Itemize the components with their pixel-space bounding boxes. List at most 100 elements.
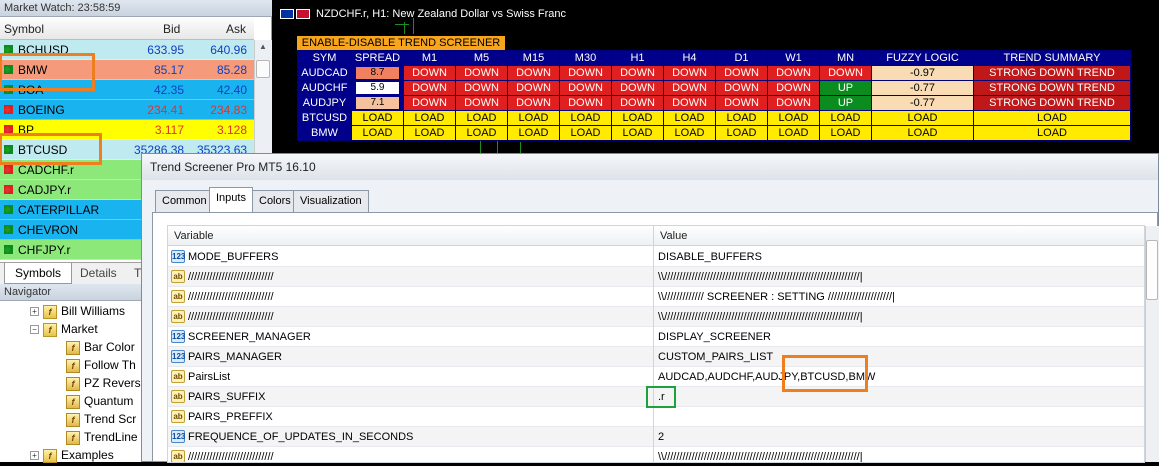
navigator-item[interactable]: f TrendLine bbox=[66, 430, 138, 448]
screener-trend-cell: LOAD bbox=[611, 125, 664, 141]
col-value[interactable]: Value bbox=[660, 230, 687, 242]
col-variable[interactable]: Variable bbox=[174, 230, 214, 242]
screener-trend-cell: DOWN bbox=[559, 95, 612, 111]
symbol-name: CHFJPY.r bbox=[18, 243, 71, 257]
screener-symbol[interactable]: AUDCAD bbox=[297, 65, 352, 81]
navigator-item[interactable]: f Bar Color bbox=[66, 340, 135, 358]
symbol-ask: 3.128 bbox=[216, 123, 247, 137]
navigator-item[interactable]: f PZ Revers bbox=[66, 376, 141, 394]
input-row[interactable]: ab PAIRS_PREFFIX bbox=[168, 407, 1144, 427]
screener-trend-cell: DOWN bbox=[559, 80, 612, 96]
input-variable: //////////////////////////// bbox=[188, 291, 274, 303]
screener-trend-cell: LOAD bbox=[715, 110, 768, 126]
market-watch-scroll-thumb[interactable] bbox=[256, 60, 270, 78]
input-row[interactable]: ab PairsList AUDCAD,AUDCHF,AUDJPY,BTCUSD,B… bbox=[168, 367, 1144, 387]
symbol-bid: 85.17 bbox=[153, 63, 184, 77]
input-variable: PairsList bbox=[188, 371, 231, 383]
screener-trend-cell: LOAD bbox=[663, 110, 716, 126]
screener-symbol[interactable]: BTCUSD bbox=[297, 110, 352, 126]
screener-trend-cell: DOWN bbox=[507, 80, 560, 96]
enable-disable-screener-button[interactable]: ENABLE-DISABLE TREND SCREENER bbox=[297, 36, 505, 50]
tab-inputs[interactable]: Inputs bbox=[209, 187, 253, 212]
screener-summary: LOAD bbox=[973, 110, 1131, 126]
screener-trend-cell: DOWN bbox=[767, 65, 820, 81]
screener-trend-cell: DOWN bbox=[611, 65, 664, 81]
arrow-up-icon: ◆ bbox=[4, 205, 13, 214]
screener-trend-cell: DOWN bbox=[455, 80, 508, 96]
indicator-folder-icon: f bbox=[43, 322, 57, 337]
screener-symbol[interactable]: AUDJPY bbox=[297, 95, 352, 111]
screener-trend-cell: DOWN bbox=[507, 95, 560, 111]
navigator-item[interactable]: f Trend Scr bbox=[66, 412, 136, 430]
symbol-bid: 234.41 bbox=[147, 103, 184, 117]
scroll-up-icon[interactable]: ▲ bbox=[256, 42, 270, 56]
screener-row: BMW LOAD LOAD LOAD LOAD LOAD LOAD LOAD LOAD LOAD L… bbox=[297, 125, 1131, 141]
screener-symbol[interactable]: AUDCHF bbox=[297, 80, 352, 96]
col-bid[interactable]: Bid bbox=[163, 22, 180, 36]
screener-fuzzy: -0.77 bbox=[871, 95, 974, 111]
dialog-title[interactable]: Trend Screener Pro MT5 16.10 bbox=[142, 154, 1158, 180]
navigator-item[interactable]: − f Market bbox=[30, 322, 98, 340]
input-value[interactable]: DISPLAY_SCREENER bbox=[658, 331, 771, 343]
input-row[interactable]: ab//////////////////////////// \\////////… bbox=[168, 307, 1144, 327]
screener-spread-cell: 7.1 bbox=[351, 95, 404, 111]
screener-summary: STRONG DOWN TREND bbox=[973, 65, 1131, 81]
screener-row: AUDCAD 8.7 DOWN DOWN DOWN DOWN DOWN DOWN DOWN DOW… bbox=[297, 65, 1131, 81]
input-row[interactable]: 123 PAIRS_MANAGER CUSTOM_PAIRS_LIST bbox=[168, 347, 1144, 367]
inputs-scroll-thumb[interactable] bbox=[1146, 240, 1158, 300]
symbol-row[interactable]: ◆ BOEING 234.41 234.83 bbox=[0, 100, 254, 120]
screener-trend-cell: UP bbox=[819, 95, 872, 111]
screener-trend-cell: LOAD bbox=[715, 125, 768, 141]
market-watch-title: Market Watch: 23:58:59 bbox=[0, 0, 272, 17]
screener-trend-cell: DOWN bbox=[455, 95, 508, 111]
tab-details[interactable]: Details bbox=[70, 263, 127, 284]
navigator-item[interactable]: + f Examples bbox=[30, 448, 114, 466]
screener-trend-cell: LOAD bbox=[559, 110, 612, 126]
input-value[interactable]: 2 bbox=[658, 431, 664, 443]
expand-icon[interactable]: − bbox=[30, 325, 39, 335]
navigator-item[interactable]: + f Bill Williams bbox=[30, 304, 125, 322]
input-value[interactable]: CUSTOM_PAIRS_LIST bbox=[658, 351, 773, 363]
navigator-item[interactable]: f Quantum bbox=[66, 394, 133, 412]
navigator-item[interactable]: f Follow Th bbox=[66, 358, 136, 376]
screener-trend-cell: DOWN bbox=[767, 80, 820, 96]
screener-summary: LOAD bbox=[973, 125, 1131, 141]
tab-visualization[interactable]: Visualization bbox=[293, 190, 369, 212]
numeric-type-icon: 123 bbox=[171, 350, 186, 363]
expand-icon[interactable]: + bbox=[30, 451, 39, 461]
col-symbol[interactable]: Symbol bbox=[4, 22, 44, 36]
tab-common[interactable]: Common bbox=[155, 190, 214, 212]
screener-trend-cell: DOWN bbox=[663, 65, 716, 81]
input-row[interactable]: ab//////////////////////////// \\////////… bbox=[168, 267, 1144, 287]
screener-trend-cell: DOWN bbox=[559, 65, 612, 81]
column-separator[interactable] bbox=[653, 226, 654, 462]
input-row[interactable]: 123 SCREENER_MANAGER DISPLAY_SCREENER bbox=[168, 327, 1144, 347]
input-row[interactable]: 123 FREQUENCE_OF_UPDATES_IN_SECONDS 2 bbox=[168, 427, 1144, 447]
col-ask[interactable]: Ask bbox=[226, 22, 246, 36]
screener-spread: 8.7 bbox=[356, 67, 399, 79]
input-value[interactable]: \\///////////// SCREENER : SETTING /////… bbox=[658, 291, 895, 303]
indicator-icon: f bbox=[66, 376, 80, 391]
input-value[interactable]: \\//////////////////////////////////////… bbox=[658, 311, 863, 323]
screener-spread-cell: 8.7 bbox=[351, 65, 404, 81]
input-row[interactable]: 123 MODE_BUFFERS DISABLE_BUFFERS bbox=[168, 247, 1144, 267]
screener-header: H4 bbox=[663, 50, 716, 66]
screener-header: M30 bbox=[559, 50, 612, 66]
input-row[interactable]: ab//////////////////////////// \\////////… bbox=[168, 287, 1144, 307]
screener-header: SYM bbox=[297, 50, 352, 66]
input-value[interactable]: \\//////////////////////////////////////… bbox=[658, 451, 863, 462]
screener-header: W1 bbox=[767, 50, 820, 66]
screener-trend-cell: DOWN bbox=[507, 65, 560, 81]
expand-icon[interactable]: + bbox=[30, 307, 39, 317]
highlight-pairs-list bbox=[782, 355, 868, 392]
tab-symbols[interactable]: Symbols bbox=[4, 263, 73, 284]
screener-symbol[interactable]: BMW bbox=[297, 125, 352, 141]
symbol-bid: 42.35 bbox=[153, 83, 184, 97]
input-row[interactable]: ab//////////////////////////// \\////////… bbox=[168, 447, 1144, 462]
indicator-folder-icon: f bbox=[43, 448, 57, 463]
input-value[interactable]: DISABLE_BUFFERS bbox=[658, 251, 762, 263]
input-value[interactable]: \\//////////////////////////////////////… bbox=[658, 271, 863, 283]
highlight-bmw bbox=[0, 53, 95, 91]
tab-colors[interactable]: Colors bbox=[252, 190, 298, 212]
input-variable: SCREENER_MANAGER bbox=[188, 331, 311, 343]
